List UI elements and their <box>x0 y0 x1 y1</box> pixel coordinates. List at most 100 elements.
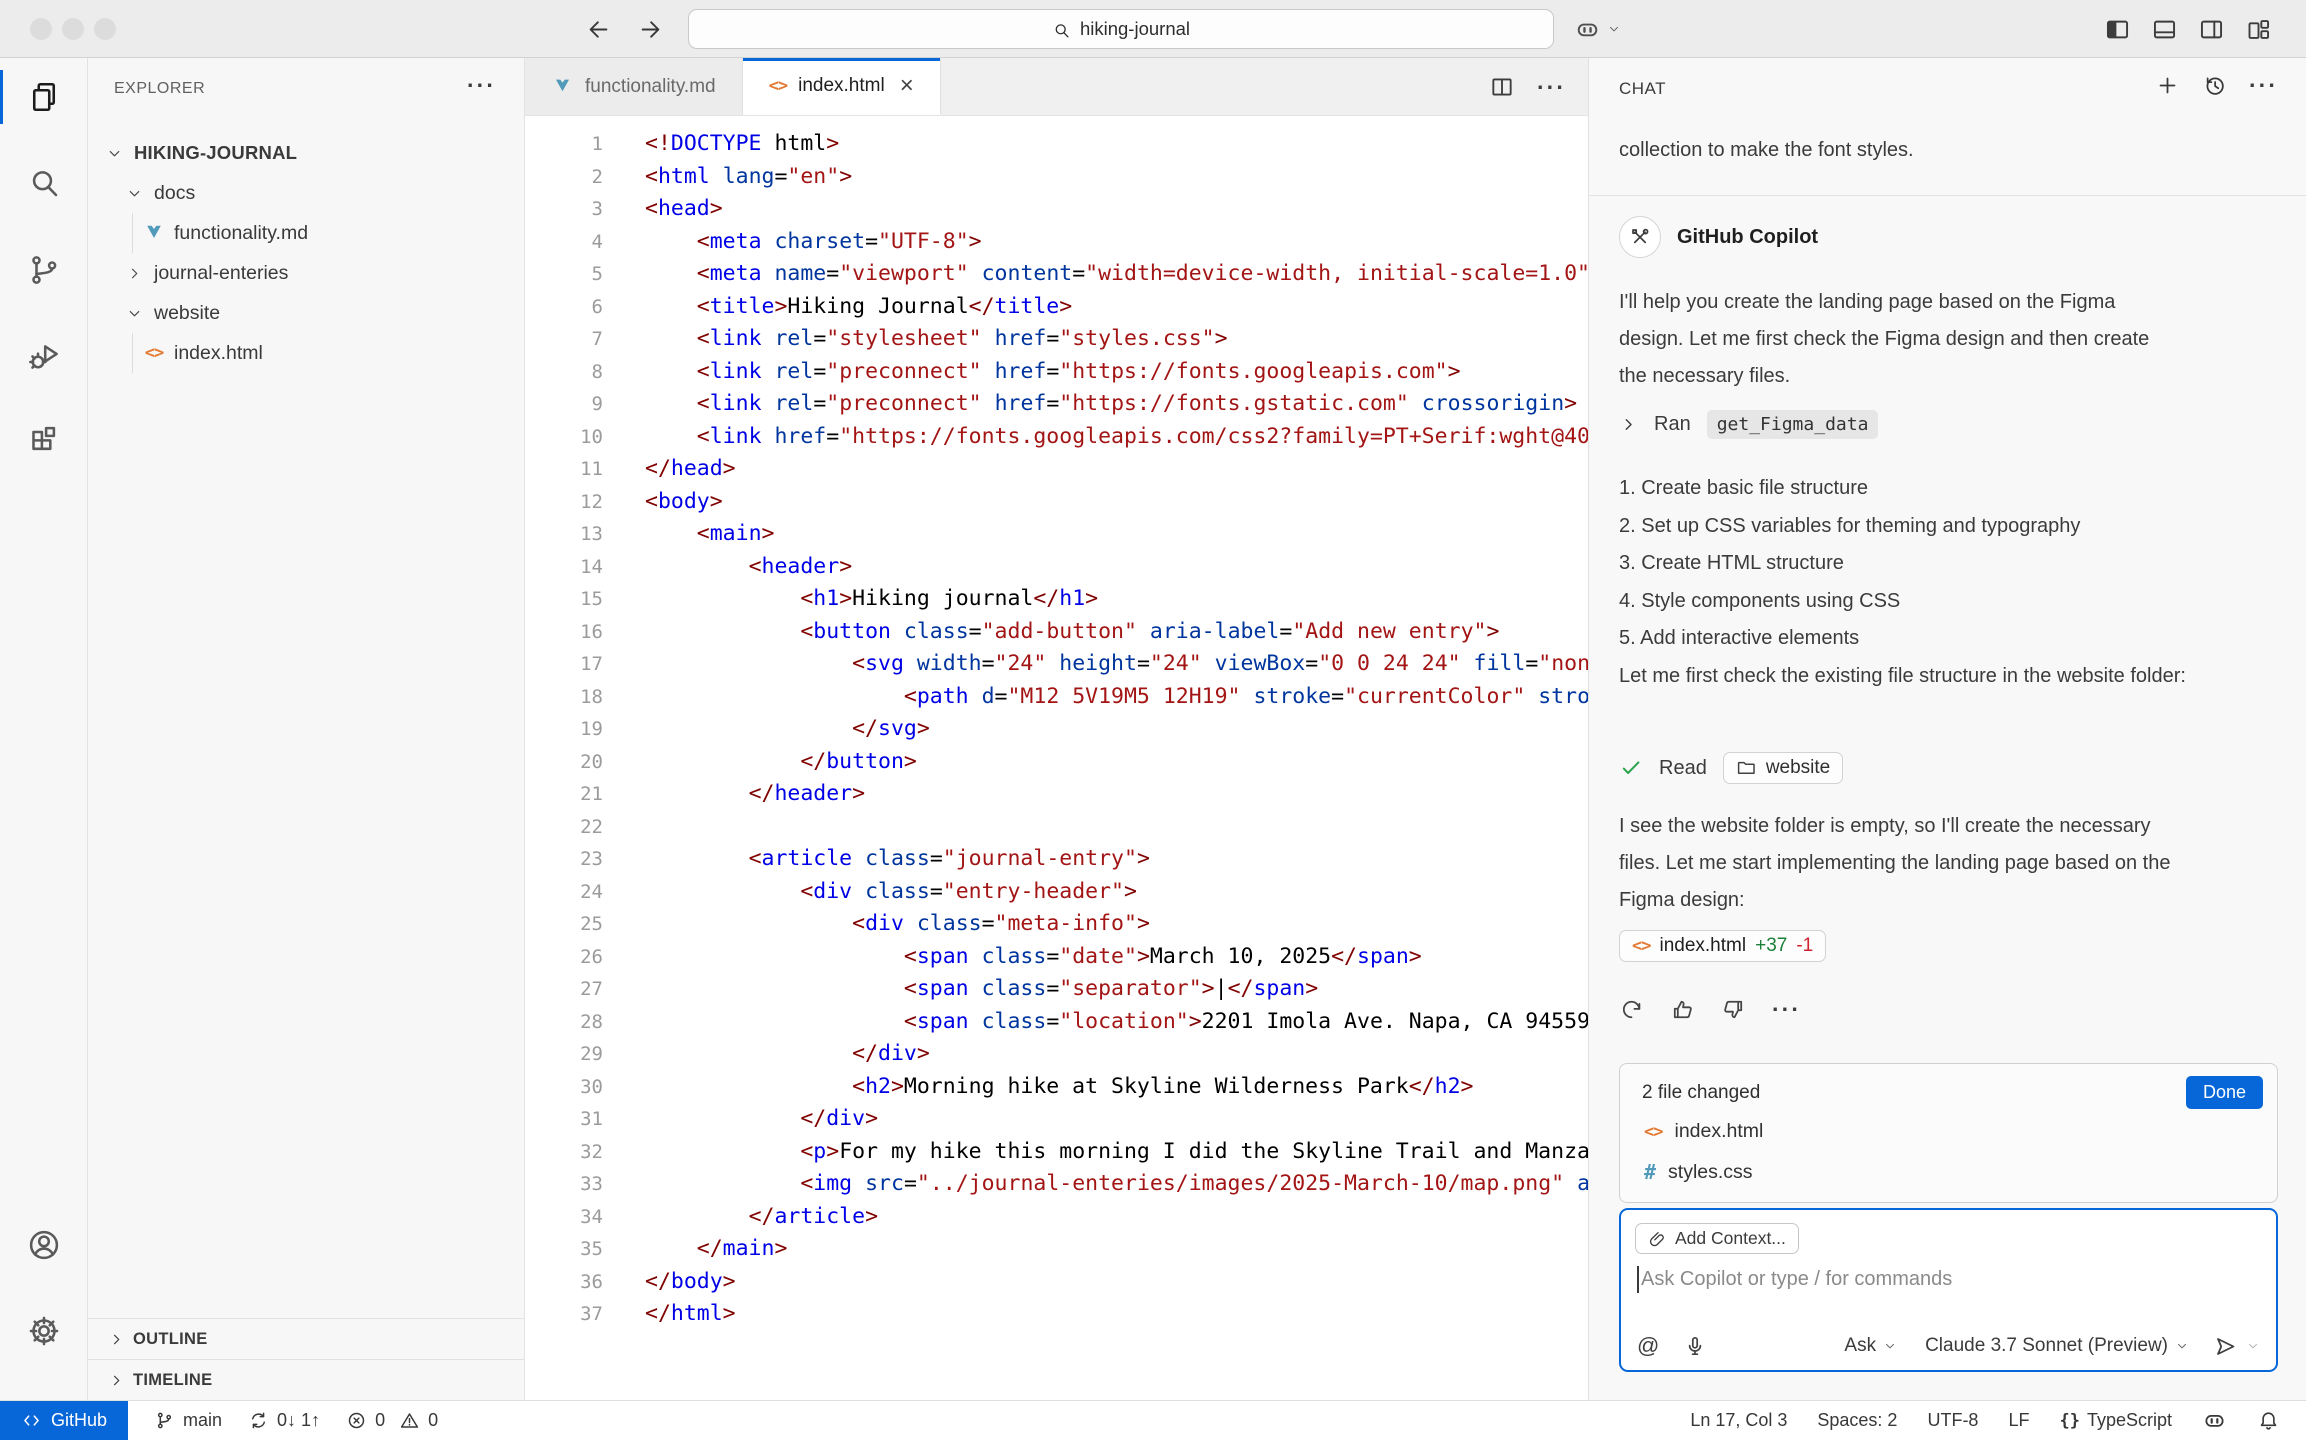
line-number: 29 <box>525 1038 603 1071</box>
line-content: <html lang="en"> <box>645 161 852 194</box>
language-mode[interactable]: {} TypeScript <box>2059 1410 2172 1431</box>
notifications-bell-icon[interactable] <box>2257 1409 2280 1432</box>
cursor-position[interactable]: Ln 17, Col 3 <box>1690 1410 1787 1431</box>
remote-indicator[interactable]: GitHub <box>0 1401 128 1440</box>
tree-item-index-html[interactable]: <>index.html <box>88 333 524 373</box>
line-number: 3 <box>525 193 603 226</box>
tool-run-row[interactable]: Ran get_Figma_data <box>1619 410 2280 439</box>
code-line: 20 </button> <box>525 746 1588 779</box>
changed-file-row[interactable]: <> index.html <box>1644 1120 1763 1143</box>
warnings-icon <box>399 1410 420 1432</box>
copilot-status-icon[interactable] <box>2202 1408 2227 1433</box>
code-line: 33 <img src="../journal-enteries/images/… <box>525 1168 1588 1201</box>
microphone-icon[interactable] <box>1683 1334 1707 1358</box>
tab-functionality-md[interactable]: functionality.md <box>525 58 743 115</box>
markdown-file-icon <box>142 221 166 245</box>
branch-indicator[interactable]: main <box>154 1410 222 1432</box>
tree-item-functionality-md[interactable]: functionality.md <box>88 213 524 253</box>
done-button[interactable]: Done <box>2186 1076 2263 1109</box>
line-number: 24 <box>525 876 603 909</box>
plan-step: 4. Style components using CSS <box>1619 583 2280 621</box>
forward-arrow-icon[interactable] <box>637 16 664 43</box>
activity-bar-item-extensions[interactable] <box>0 414 88 468</box>
split-editor-button[interactable] <box>1489 74 1515 100</box>
send-options-chevron-icon[interactable] <box>2246 1335 2260 1357</box>
model-dropdown[interactable]: Claude 3.7 Sonnet (Preview) <box>1925 1335 2189 1357</box>
activity-bar-item-accounts[interactable] <box>0 1218 88 1272</box>
tree-item-journal-enteries[interactable]: journal-enteries <box>88 253 524 293</box>
line-content: <body> <box>645 486 723 519</box>
window-zoom-button[interactable] <box>94 18 116 40</box>
encoding-setting[interactable]: UTF-8 <box>1927 1410 1978 1431</box>
tree-item-docs[interactable]: docs <box>88 173 524 213</box>
chat-input-field[interactable]: Ask Copilot or type / for commands <box>1637 1266 1952 1293</box>
toggle-secondary-sidebar-button[interactable] <box>2198 16 2225 43</box>
chat-input-box[interactable]: Add Context... Ask Copilot or type / for… <box>1619 1208 2278 1372</box>
new-chat-button[interactable] <box>2155 73 2180 98</box>
branch-name: main <box>183 1410 222 1431</box>
tab-index-html[interactable]: <>index.html× <box>743 58 941 115</box>
timeline-section[interactable]: TIMELINE <box>88 1359 524 1400</box>
add-context-button[interactable]: Add Context... <box>1635 1223 1799 1254</box>
command-center-search[interactable]: hiking-journal <box>688 9 1554 49</box>
activity-bar-item-explorer[interactable] <box>0 70 88 124</box>
eol-setting[interactable]: LF <box>2008 1410 2029 1431</box>
editor-more-actions-button[interactable]: ··· <box>1537 74 1566 101</box>
window-minimize-button[interactable] <box>62 18 84 40</box>
chat-history-button[interactable] <box>2202 73 2227 98</box>
explorer-more-actions-button[interactable]: ··· <box>467 72 496 99</box>
assistant-name: GitHub Copilot <box>1677 226 1818 249</box>
line-number: 25 <box>525 908 603 941</box>
line-number: 7 <box>525 323 603 356</box>
code-line: 19 </svg> <box>525 713 1588 746</box>
code-line: 2<html lang="en"> <box>525 161 1588 194</box>
code-line: 21 </header> <box>525 778 1588 811</box>
sync-indicator[interactable]: 0↓ 1↑ <box>248 1410 320 1432</box>
folder-name: website <box>1766 757 1830 779</box>
problems-indicator[interactable]: 0 0 <box>346 1410 438 1432</box>
line-content: </article> <box>645 1201 878 1234</box>
activity-bar-item-run-and-debug[interactable] <box>0 329 88 383</box>
line-content: <div class="meta-info"> <box>645 908 1150 941</box>
code-line: 35 </main> <box>525 1233 1588 1266</box>
file-diff-row: <> index.html +37 -1 <box>1619 930 2280 962</box>
line-number: 30 <box>525 1071 603 1104</box>
line-number: 18 <box>525 681 603 714</box>
deletions-count: -1 <box>1796 935 1813 957</box>
send-button[interactable] <box>2213 1334 2238 1359</box>
tree-item-label: index.html <box>174 342 263 365</box>
copilot-menu-button[interactable] <box>1574 16 1621 43</box>
file-diff-chip[interactable]: <> index.html +37 -1 <box>1619 930 1826 962</box>
message-more-actions-button[interactable]: ··· <box>1772 996 1801 1023</box>
tree-item-hiking-journal[interactable]: HIKING-JOURNAL <box>88 133 524 173</box>
tree-item-website[interactable]: website <box>88 293 524 333</box>
toggle-primary-sidebar-button[interactable] <box>2104 16 2131 43</box>
chevron-right-icon <box>122 261 146 285</box>
mode-dropdown[interactable]: Ask <box>1844 1335 1897 1357</box>
code-line: 12<body> <box>525 486 1588 519</box>
activity-bar-item-settings[interactable] <box>0 1304 88 1358</box>
activity-bar-item-source-control[interactable] <box>0 243 88 297</box>
remote-label: GitHub <box>51 1410 107 1431</box>
toggle-panel-button[interactable] <box>2151 16 2178 43</box>
thumbs-up-icon[interactable] <box>1670 997 1695 1022</box>
tree-item-label: website <box>154 302 220 325</box>
chevron-right-icon <box>108 1371 125 1390</box>
changed-file-row[interactable]: # styles.css <box>1644 1160 1753 1184</box>
code-area[interactable]: 1<!DOCTYPE html>2<html lang="en">3<head>… <box>525 116 1588 1400</box>
customize-layout-button[interactable] <box>2245 16 2272 43</box>
back-arrow-icon[interactable] <box>585 16 612 43</box>
outline-section[interactable]: OUTLINE <box>88 1318 524 1359</box>
window-close-button[interactable] <box>30 18 52 40</box>
activity-bar-item-search[interactable] <box>0 156 88 210</box>
code-line: 13 <main> <box>525 518 1588 551</box>
thumbs-down-icon[interactable] <box>1721 997 1746 1022</box>
rerun-icon[interactable] <box>1619 997 1644 1022</box>
mention-button[interactable]: @ <box>1637 1333 1659 1359</box>
indentation-setting[interactable]: Spaces: 2 <box>1817 1410 1897 1431</box>
chat-more-actions-button[interactable]: ··· <box>2249 72 2278 99</box>
code-line: 3<head> <box>525 193 1588 226</box>
website-folder-chip[interactable]: website <box>1723 752 1843 784</box>
errors-count: 0 <box>375 1410 385 1431</box>
close-icon[interactable]: × <box>900 74 914 98</box>
